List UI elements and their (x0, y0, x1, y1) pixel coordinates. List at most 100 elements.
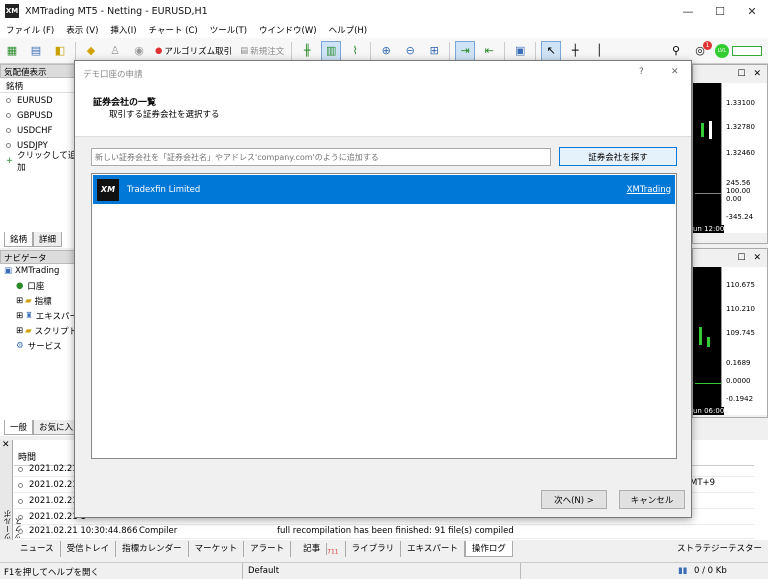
add-symbol-row[interactable]: + クリックして追加 (0, 151, 79, 173)
dialog-close-button[interactable]: ✕ (671, 67, 679, 77)
tab-library[interactable]: ライブラリ (346, 541, 402, 557)
status-profile: Default (248, 566, 280, 576)
tab-articles[interactable]: 記事 711 (291, 541, 346, 557)
cancel-button[interactable]: キャンセル (619, 490, 685, 509)
chart-maximize-icon[interactable]: ☐ (737, 253, 745, 263)
services-icon: ⚙ (16, 340, 24, 351)
toolbox-side: ✕ ツールボックス (0, 440, 23, 540)
navigator-item-label: 口座 (27, 281, 45, 292)
chart-maximize-icon[interactable]: ☐ (737, 69, 745, 79)
tab-symbols[interactable]: 銘柄 (4, 232, 34, 247)
chart-window-bottom: ☐ ✕ 110.675 110.210 109.745 0.1689 0.0000… (692, 248, 768, 418)
menu-window[interactable]: ウインドウ(W) (253, 24, 323, 36)
chart-canvas-bottom[interactable]: 110.675 110.210 109.745 0.1689 0.0000 -0… (693, 267, 767, 415)
zoom-in-icon[interactable]: ⊕ (376, 41, 396, 61)
new-order-button[interactable]: ▤ 新規注文 (240, 45, 284, 57)
navigator-item-indicators[interactable]: ⊞ ▰ 指標 (10, 293, 79, 308)
find-broker-button[interactable]: 証券会社を探す (559, 147, 677, 166)
market-watch-icon[interactable]: ◧ (50, 41, 70, 61)
navigator-item-scripts[interactable]: ⊞ ▰ スクリプト (10, 323, 79, 338)
menu-file[interactable]: ファイル (F) (0, 24, 60, 36)
navigator-item-label: スクリプト (34, 326, 78, 337)
navigator-root[interactable]: ▣ XMTrading (0, 264, 79, 278)
broker-search-input[interactable] (91, 148, 551, 166)
strategy-tester-tab[interactable]: ストラテジーテスター (671, 541, 768, 557)
tile-windows-icon[interactable]: ⊞ (424, 41, 444, 61)
menu-view[interactable]: 表示 (V) (60, 24, 104, 36)
demo-account-dialog: デモ口座の申請 ? ✕ 証券会社の一覧 取引する証券会社を選択する 証券会社を探… (74, 60, 692, 518)
indicators-icon[interactable]: ▣ (510, 41, 530, 61)
tab-news[interactable]: ニュース (14, 541, 61, 557)
chart-close-icon[interactable]: ✕ (753, 253, 761, 263)
crosshair-icon[interactable]: ┼ (565, 41, 585, 61)
symbol-name: EURUSD (17, 95, 53, 106)
scripts-icon: ▰ (25, 325, 32, 336)
log-dot-icon (18, 528, 23, 534)
menu-insert[interactable]: 挿入(I) (104, 24, 142, 36)
navigator-item-services[interactable]: ⚙ サービス (10, 338, 79, 353)
navigator-title: ナビゲータ (0, 250, 79, 264)
algo-trading-button[interactable]: ● アルゴリズム取引 (155, 45, 232, 57)
toolbar-separator (75, 41, 76, 60)
accounts-icon: ● (16, 280, 24, 291)
dialog-help-button[interactable]: ? (639, 67, 644, 77)
next-button[interactable]: 次へ(N) > (541, 490, 607, 509)
cursor-icon[interactable]: ↖ (541, 40, 562, 61)
broker-link[interactable]: XMTrading (627, 185, 671, 195)
articles-badge: 711 (327, 548, 339, 556)
profiles-icon[interactable]: ▤ (26, 41, 46, 61)
plus-icon: + (6, 155, 14, 166)
toolbar-separator (291, 41, 293, 60)
symbol-row-eurusd[interactable]: EURUSD (0, 93, 79, 108)
navigator-icon[interactable]: ◆ (81, 41, 101, 61)
tab-favorites[interactable]: お気に入 (33, 420, 79, 435)
signal-icon[interactable]: ◉ (129, 41, 149, 61)
tab-articles-label: 記事 (297, 543, 328, 555)
price-scale-top: 1.33100 1.32780 1.32460 245.56 100.00 0.… (721, 83, 767, 233)
chart-close-icon[interactable]: ✕ (753, 69, 761, 79)
menu-help[interactable]: ヘルプ(H) (323, 24, 374, 36)
vertical-line-icon[interactable]: │ (589, 41, 609, 61)
broker-row-selected[interactable]: XM Tradexfin Limited XMTrading (93, 175, 675, 204)
notifications-icon[interactable]: ◎ 1 (690, 40, 712, 61)
chart-canvas-top[interactable]: 1.33100 1.32780 1.32460 245.56 100.00 0.… (693, 83, 767, 233)
candle (699, 327, 702, 345)
toolbar-separator (535, 41, 537, 60)
tab-alerts[interactable]: アラート (244, 541, 292, 557)
bar-chart-icon[interactable]: ╫ (297, 41, 317, 61)
tab-general[interactable]: 一般 (4, 420, 33, 435)
chart-time-label: un 12:00 (693, 225, 725, 233)
toolbox-close-icon[interactable]: ✕ (0, 440, 12, 450)
navigator-item-accounts[interactable]: ● 口座 (10, 278, 79, 293)
new-chart-icon[interactable]: ▦ (2, 41, 22, 61)
symbol-column-header[interactable]: 銘柄 (0, 78, 79, 93)
indicator-line (695, 383, 721, 384)
tab-experts[interactable]: エキスパート (401, 541, 465, 557)
symbol-name: USDCHF (17, 125, 53, 136)
tab-journal[interactable]: 操作ログ (464, 541, 513, 557)
symbol-row-gbpusd[interactable]: GBPUSD (0, 108, 79, 123)
toolbox-tabs: ニュース 受信トレイ 指標カレンダー マーケット アラート 記事 711 ライブラ… (14, 541, 768, 557)
line-chart-icon[interactable]: ⌇ (345, 41, 365, 61)
minimize-button[interactable]: — (672, 0, 704, 22)
autoscroll-icon[interactable]: ⇥ (455, 40, 476, 61)
tab-details[interactable]: 詳細 (33, 232, 63, 247)
navigator-item-experts[interactable]: ⊞ ♜ エキスパー (10, 308, 79, 323)
status-traffic: 0 / 0 Kb (694, 566, 727, 576)
tab-market[interactable]: マーケット (189, 541, 245, 557)
search-icon[interactable]: ⚲ (666, 41, 686, 61)
menu-tools[interactable]: ツール(T) (204, 24, 253, 36)
user-icon[interactable]: ♙ (105, 41, 125, 61)
candle-chart-icon[interactable]: ▥ (321, 40, 342, 61)
zoom-out-icon[interactable]: ⊖ (400, 41, 420, 61)
tab-mailbox[interactable]: 受信トレイ (61, 541, 117, 557)
tab-calendar[interactable]: 指標カレンダー (116, 541, 189, 557)
maximize-button[interactable]: ☐ (704, 0, 736, 22)
log-row[interactable]: 2021.02.21 10:30:44.866 Compiler full re… (14, 524, 754, 539)
broker-list: XM Tradexfin Limited XMTrading (91, 173, 677, 459)
close-window-button[interactable]: ✕ (736, 0, 768, 22)
symbol-row-usdchf[interactable]: USDCHF (0, 123, 79, 138)
menu-chart[interactable]: チャート (C) (143, 24, 204, 36)
chart-shift-icon[interactable]: ⇤ (479, 41, 499, 61)
new-order-label: 新規注文 (250, 46, 285, 57)
